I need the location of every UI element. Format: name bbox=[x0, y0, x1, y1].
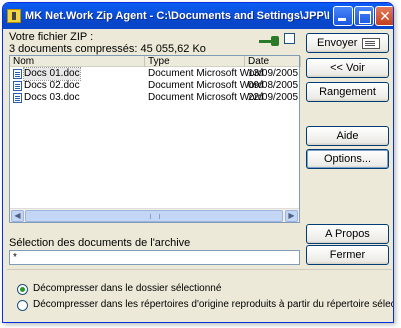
maximize-button[interactable] bbox=[354, 6, 374, 26]
list-item[interactable]: Docs 02.doc Document Microsoft Word 09/0… bbox=[10, 80, 300, 92]
send-button-label: Envoyer bbox=[317, 37, 358, 49]
key-head bbox=[271, 36, 279, 46]
extract-origin-label[interactable]: Décompresser dans les répertoires d'orig… bbox=[33, 299, 393, 310]
scroll-thumb[interactable] bbox=[25, 210, 283, 222]
zip-file-info: 3 documents compressés: 45 055,62 Ko bbox=[9, 43, 206, 55]
app-window: MK Net.Work Zip Agent - C:\Documents and… bbox=[2, 2, 394, 323]
file-type: Document Microsoft Word bbox=[148, 68, 264, 79]
envelope-icon bbox=[362, 38, 380, 49]
list-header: Nom Type Date bbox=[10, 56, 301, 67]
column-header-name[interactable]: Nom bbox=[10, 56, 145, 67]
file-type: Document Microsoft Word bbox=[148, 92, 264, 103]
extract-origin-radio[interactable] bbox=[17, 300, 28, 311]
scroll-left-button[interactable]: ◀ bbox=[11, 210, 24, 222]
file-name: Docs 01.doc bbox=[23, 67, 81, 81]
extract-options-panel: Décompresser dans le dossier sélectionné… bbox=[7, 269, 393, 321]
file-name: Docs 02.doc bbox=[24, 80, 80, 91]
file-date: 13/09/2005 14: bbox=[248, 68, 300, 79]
view-button-label: << Voir bbox=[330, 62, 365, 74]
options-button[interactable]: Options... bbox=[306, 149, 389, 169]
help-button-label: Aide bbox=[336, 130, 359, 142]
zip-folder-icon bbox=[7, 9, 21, 23]
horizontal-scrollbar[interactable]: ◀ ▶ bbox=[10, 208, 299, 222]
extract-selected-radio[interactable] bbox=[17, 284, 28, 295]
list-item[interactable]: Docs 01.doc Document Microsoft Word 13/0… bbox=[10, 67, 300, 81]
about-button-label: A Propos bbox=[325, 228, 370, 240]
column-header-date[interactable]: Date bbox=[245, 56, 301, 67]
close-window-button[interactable]: ✕ bbox=[375, 6, 393, 26]
list-item[interactable]: Docs 03.doc Document Microsoft Word 22/0… bbox=[10, 92, 300, 104]
arrange-button[interactable]: Rangement bbox=[306, 82, 389, 102]
about-button[interactable]: A Propos bbox=[306, 224, 389, 244]
scroll-right-button[interactable]: ▶ bbox=[285, 210, 298, 222]
extract-selected-label[interactable]: Décompresser dans le dossier sélectionné bbox=[33, 283, 221, 294]
selection-label: Sélection des documents de l'archive bbox=[9, 237, 191, 249]
file-date: 22/09/2005 15: bbox=[248, 92, 300, 103]
zip-file-label: Votre fichier ZIP : bbox=[9, 31, 94, 43]
file-date: 09/08/2005 15: bbox=[248, 80, 300, 91]
key-icon bbox=[259, 36, 279, 46]
title-bar[interactable]: MK Net.Work Zip Agent - C:\Documents and… bbox=[3, 3, 393, 29]
document-list[interactable]: Nom Type Date Docs 01.doc Document Micro… bbox=[9, 55, 301, 223]
close-icon: ✕ bbox=[379, 8, 391, 24]
window-title: MK Net.Work Zip Agent - C:\Documents and… bbox=[25, 10, 329, 22]
word-document-icon bbox=[13, 93, 22, 103]
send-button[interactable]: Envoyer bbox=[306, 33, 389, 53]
close-button[interactable]: Fermer bbox=[306, 245, 389, 265]
minimize-button[interactable] bbox=[333, 6, 353, 26]
password-checkbox[interactable] bbox=[284, 33, 295, 44]
view-button[interactable]: << Voir bbox=[306, 58, 389, 78]
selection-input[interactable]: * bbox=[9, 250, 300, 265]
file-type: Document Microsoft Word bbox=[148, 80, 264, 91]
close-button-label: Fermer bbox=[329, 249, 366, 261]
options-button-label: Options... bbox=[323, 153, 372, 165]
file-name: Docs 03.doc bbox=[24, 92, 80, 103]
help-button[interactable]: Aide bbox=[306, 126, 389, 146]
arrange-button-label: Rangement bbox=[319, 86, 376, 98]
column-header-type[interactable]: Type bbox=[145, 56, 245, 67]
word-document-icon bbox=[13, 69, 22, 79]
word-document-icon bbox=[13, 81, 22, 91]
